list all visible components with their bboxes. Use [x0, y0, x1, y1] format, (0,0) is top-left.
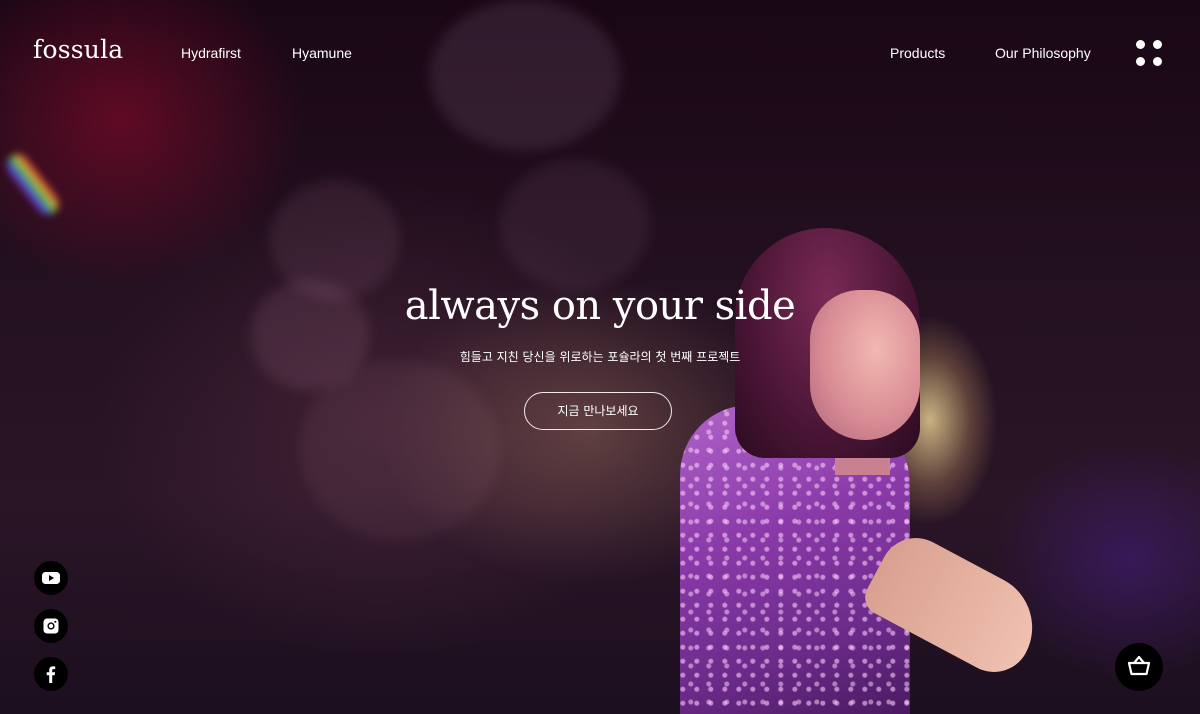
facebook-button[interactable] [34, 657, 68, 691]
hero-page: fossula Hydrafirst Hyamune Products Our … [0, 0, 1200, 714]
nav-link-products[interactable]: Products [890, 45, 945, 61]
lens-flare [2, 150, 64, 219]
menu-dot [1136, 57, 1145, 66]
menu-dot [1153, 57, 1162, 66]
youtube-button[interactable] [34, 561, 68, 595]
site-header: fossula Hydrafirst Hyamune Products Our … [0, 0, 1200, 110]
bokeh-light [500, 160, 650, 290]
menu-dot [1153, 40, 1162, 49]
hero-title: always on your side [404, 283, 796, 329]
youtube-icon [42, 572, 60, 584]
nav-link-our-philosophy[interactable]: Our Philosophy [995, 45, 1091, 61]
cart-button[interactable] [1115, 643, 1163, 691]
hero-subtitle: 힘들고 지친 당신을 위로하는 포슐라의 첫 번째 프로젝트 [459, 350, 741, 364]
menu-dot [1136, 40, 1145, 49]
nav-link-hyamune[interactable]: Hyamune [292, 45, 352, 61]
instagram-button[interactable] [34, 609, 68, 643]
instagram-icon [43, 618, 59, 634]
shopping-basket-icon [1127, 655, 1151, 676]
cta-button[interactable]: 지금 만나보세요 [524, 392, 672, 430]
nav-link-hydrafirst[interactable]: Hydrafirst [181, 45, 241, 61]
facebook-icon [46, 666, 56, 683]
grid-dots-icon[interactable] [1135, 39, 1165, 69]
brand-logo[interactable]: fossula [33, 35, 123, 64]
bokeh-light [300, 360, 500, 540]
